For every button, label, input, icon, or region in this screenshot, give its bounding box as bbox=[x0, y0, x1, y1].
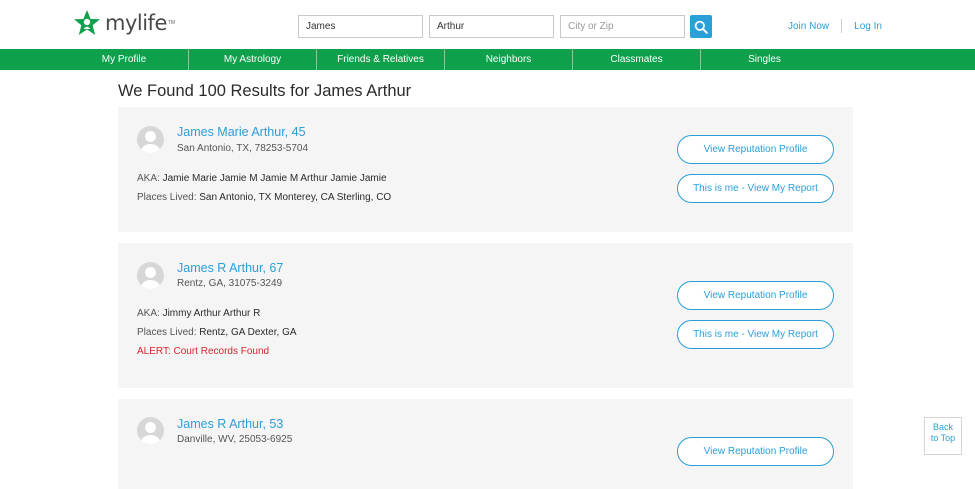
nav-friends-relatives[interactable]: Friends & Relatives bbox=[316, 49, 444, 70]
places-row: Places Lived: Rentz, GA Dexter, GA bbox=[137, 327, 297, 338]
aka-value: Jamie Marie Jamie M Jamie M Arthur Jamie… bbox=[162, 173, 387, 184]
city-zip-input[interactable] bbox=[560, 15, 685, 38]
log-in-link[interactable]: Log In bbox=[854, 21, 882, 32]
view-reputation-profile-button[interactable]: View Reputation Profile bbox=[677, 135, 834, 164]
result-card: James Marie Arthur, 45 San Antonio, TX, … bbox=[118, 107, 853, 232]
places-value: San Antonio, TX Monterey, CA Sterling, C… bbox=[199, 192, 392, 203]
link-divider bbox=[841, 19, 843, 33]
view-reputation-profile-button[interactable]: View Reputation Profile bbox=[677, 281, 834, 310]
site-header: mylife TM Join Now Log In bbox=[0, 0, 975, 49]
back-to-top-line2: to Top bbox=[930, 433, 956, 443]
account-links: Join Now Log In bbox=[788, 19, 882, 33]
avatar bbox=[137, 262, 164, 289]
result-card: James R Arthur, 67 Rentz, GA, 31075-3249… bbox=[118, 243, 853, 388]
view-reputation-profile-button[interactable]: View Reputation Profile bbox=[677, 437, 834, 466]
person-silhouette-icon bbox=[140, 422, 161, 444]
back-to-top-line1: Back bbox=[932, 422, 953, 432]
avatar bbox=[137, 417, 164, 444]
person-location: Rentz, GA, 31075-3249 bbox=[177, 278, 283, 289]
logo-text: mylife bbox=[105, 11, 167, 35]
nav-my-profile[interactable]: My Profile bbox=[60, 49, 188, 70]
person-location: Danville, WV, 25053-6925 bbox=[177, 434, 293, 445]
court-records-alert: ALERT: Court Records Found bbox=[137, 346, 270, 357]
last-name-input[interactable] bbox=[429, 15, 554, 38]
nav-classmates[interactable]: Classmates bbox=[572, 49, 700, 70]
person-silhouette-icon bbox=[140, 267, 161, 289]
person-name-link[interactable]: James R Arthur, 53 bbox=[177, 417, 283, 431]
aka-value: Jimmy Arthur Arthur R bbox=[162, 308, 261, 319]
results-heading: We Found 100 Results for James Arthur bbox=[118, 82, 412, 100]
first-name-input[interactable] bbox=[298, 15, 423, 38]
aka-label: AKA: bbox=[137, 308, 160, 319]
aka-row: AKA: Jamie Marie Jamie M Jamie M Arthur … bbox=[137, 173, 387, 184]
search-button[interactable] bbox=[690, 15, 712, 38]
aka-label: AKA: bbox=[137, 173, 160, 184]
avatar bbox=[137, 126, 164, 153]
places-label: Places Lived: bbox=[137, 327, 197, 338]
view-my-report-button[interactable]: This is me - View My Report bbox=[677, 174, 834, 203]
search-icon bbox=[694, 20, 708, 34]
aka-row: AKA: Jimmy Arthur Arthur R bbox=[137, 308, 260, 319]
mylife-logo[interactable]: mylife TM bbox=[73, 9, 175, 37]
person-name-link[interactable]: James R Arthur, 67 bbox=[177, 261, 283, 275]
back-to-top-button[interactable]: Back to Top bbox=[924, 417, 962, 455]
main-nav: My Profile My Astrology Friends & Relati… bbox=[0, 49, 975, 70]
places-row: Places Lived: San Antonio, TX Monterey, … bbox=[137, 192, 391, 203]
trademark-mark: TM bbox=[167, 20, 176, 26]
result-card: James R Arthur, 53 Danville, WV, 25053-6… bbox=[118, 399, 853, 489]
person-name-link[interactable]: James Marie Arthur, 45 bbox=[177, 125, 306, 139]
nav-singles[interactable]: Singles bbox=[700, 49, 828, 70]
star-icon bbox=[74, 10, 100, 35]
places-label: Places Lived: bbox=[137, 192, 197, 203]
places-value: Rentz, GA Dexter, GA bbox=[199, 327, 297, 338]
person-location: San Antonio, TX, 78253-5704 bbox=[177, 143, 309, 154]
view-my-report-button[interactable]: This is me - View My Report bbox=[677, 320, 834, 349]
nav-my-astrology[interactable]: My Astrology bbox=[188, 49, 316, 70]
nav-neighbors[interactable]: Neighbors bbox=[444, 49, 572, 70]
join-now-link[interactable]: Join Now bbox=[788, 21, 829, 32]
person-silhouette-icon bbox=[140, 131, 161, 153]
